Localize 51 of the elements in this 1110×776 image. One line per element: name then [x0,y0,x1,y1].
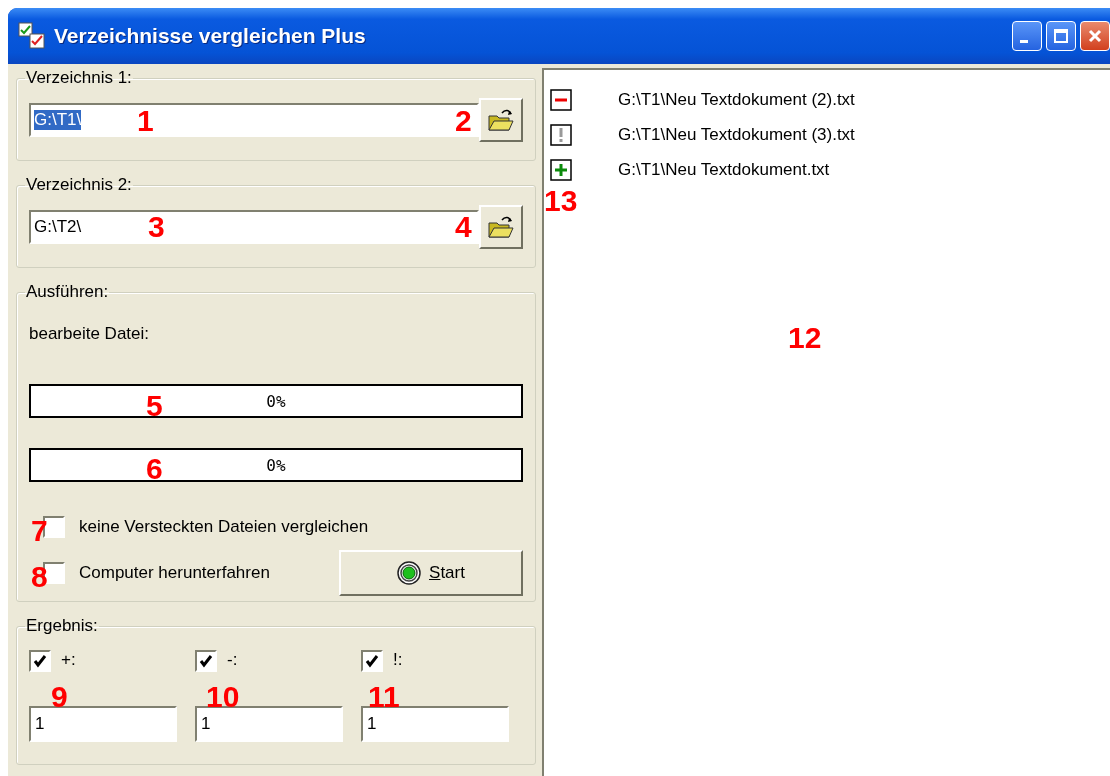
count-field[interactable]: 1 [29,706,177,742]
minimize-button[interactable] [1012,21,1042,51]
checkbox-label: +: [61,650,76,670]
maximize-button[interactable] [1046,21,1076,51]
start-icon [397,561,422,585]
group-label: Ergebnis: [25,616,99,636]
annotation-number: 1 [137,106,154,136]
annotation-number: 6 [146,454,163,484]
group-label: Verzeichnis 1: [25,68,133,88]
list-item[interactable]: G:\T1\Neu Textdokument.txt [550,152,1110,187]
check-icon [365,654,379,668]
count-field[interactable]: 1 [361,706,509,742]
folder-icon [487,107,515,133]
annotation-number: 12 [788,323,822,353]
checkbox-label: keine Versteckten Dateien vergleichen [79,517,370,537]
progress-reading: 0% [266,391,286,411]
status-label: bearbeite Datei: [29,324,151,344]
checkbox-label: !: [393,650,403,670]
checkbox[interactable] [29,650,51,672]
start-button[interactable]: Start [339,550,523,596]
checkbox[interactable] [361,650,383,672]
annotation-number: 5 [146,391,163,421]
browse-button[interactable] [479,205,523,249]
group-label: Ausführen: [25,282,110,302]
minus-icon [550,88,572,111]
annotation-number: 8 [31,562,48,592]
list-item[interactable]: G:\T1\Neu Textdokument (2).txt [550,82,1110,117]
checkbox-label: Computer herunterfahren [79,563,271,583]
group-label: Verzeichnis 2: [25,175,133,195]
annotation-number: 7 [31,516,48,546]
check-icon [33,654,47,668]
browse-button[interactable] [479,98,523,142]
checkbox[interactable] [195,650,217,672]
annotation-number: 13 [544,186,578,216]
annotation-number: 3 [148,212,165,242]
check-icon [199,654,213,668]
window-title: Verzeichnisse vergleichen Plus [54,24,367,48]
progress-reading: 0% [266,455,286,475]
minimize-icon [1020,40,1028,43]
plus-icon [550,158,572,181]
app-icon [18,22,46,50]
annotation-number: 4 [455,212,472,242]
count-field[interactable]: 1 [195,706,343,742]
close-button[interactable] [1080,21,1110,51]
list-item[interactable]: G:\T1\Neu Textdokument (3).txt [550,117,1110,152]
annotation-number: 2 [455,106,472,136]
close-icon [1087,28,1103,44]
maximize-icon [1053,28,1069,44]
checkbox-label: -: [227,650,238,670]
exclamation-icon [550,123,572,146]
folder-icon [487,214,515,240]
